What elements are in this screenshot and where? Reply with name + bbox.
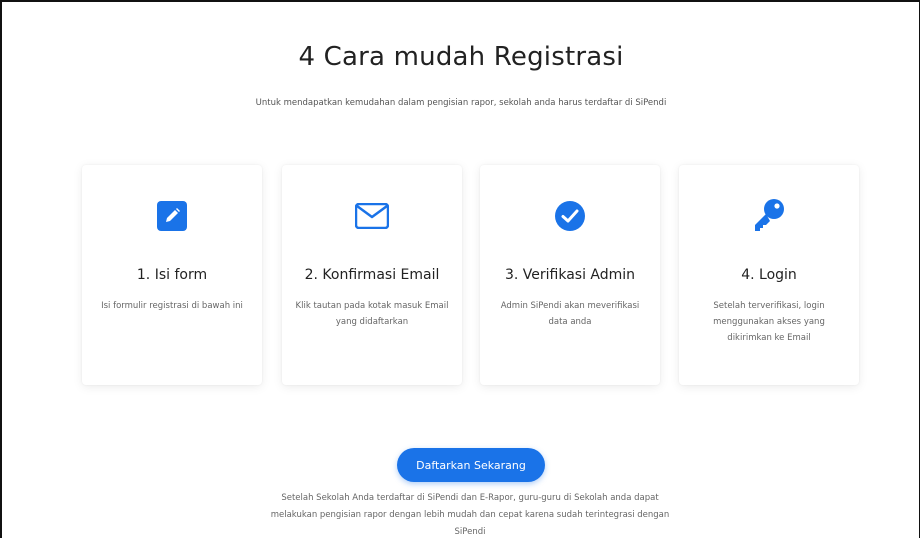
step-description: Isi formulir registrasi di bawah ini: [101, 301, 243, 311]
step-title: 2. Konfirmasi Email: [304, 267, 440, 283]
page-title: 4 Cara mudah Registrasi: [298, 42, 624, 72]
footer-note: Setelah Sekolah Anda terdaftar di SiPend…: [270, 493, 670, 537]
step-description: Klik tautan pada kotak masuk Email yang …: [295, 301, 449, 327]
edit-icon: [82, 199, 262, 233]
step-title: 3. Verifikasi Admin: [504, 267, 636, 283]
check-circle-icon: [480, 199, 660, 233]
key-icon: [679, 199, 859, 233]
page-subtitle: Untuk mendapatkan kemudahan dalam pengis…: [255, 98, 667, 108]
step-title: 4. Login: [741, 267, 797, 283]
step-description: Setelah terverifikasi, login menggunakan…: [713, 301, 825, 343]
envelope-icon: [282, 199, 462, 233]
step-description: Admin SiPendi akan meverifikasi data and…: [500, 301, 640, 327]
register-now-button[interactable]: Daftarkan Sekarang: [397, 448, 545, 482]
step-title: 1. Isi form: [136, 267, 208, 283]
